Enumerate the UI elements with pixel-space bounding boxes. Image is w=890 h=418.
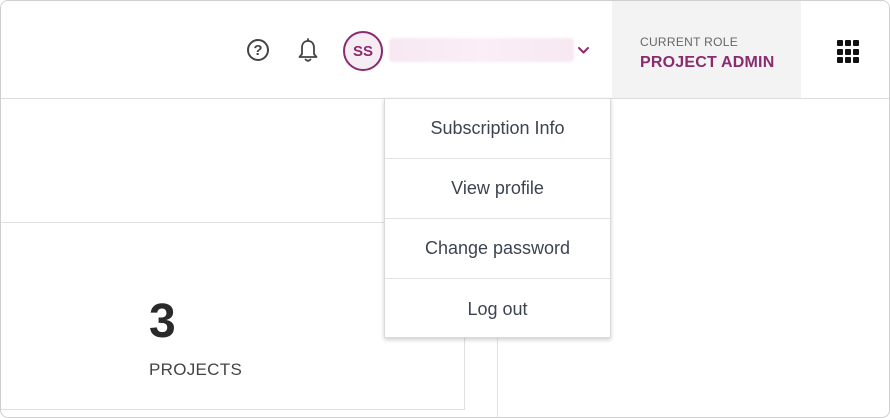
chevron-down-icon[interactable] [577, 44, 590, 57]
user-dropdown-menu: Subscription Info View profile Change pa… [384, 98, 611, 338]
help-glyph: ? [253, 41, 263, 59]
app-window: ? SS CURRENT ROLE PROJECT ADMIN 3 PROJEC… [0, 0, 890, 418]
user-avatar[interactable]: SS [343, 31, 383, 71]
role-label: CURRENT ROLE [640, 35, 739, 49]
top-header: ? SS CURRENT ROLE PROJECT ADMIN [1, 1, 889, 99]
username-redacted[interactable] [389, 38, 574, 62]
projects-count: 3 [149, 295, 176, 348]
help-icon[interactable]: ? [247, 39, 269, 61]
projects-label: PROJECTS [149, 360, 243, 379]
menu-item-log-out[interactable]: Log out [385, 279, 610, 339]
avatar-initials: SS [352, 42, 373, 60]
menu-item-change-password[interactable]: Change password [385, 219, 610, 279]
current-role-panel[interactable]: CURRENT ROLE PROJECT ADMIN [612, 1, 801, 98]
apps-grid-icon[interactable] [837, 40, 861, 64]
menu-item-subscription-info[interactable]: Subscription Info [385, 99, 610, 159]
role-value: PROJECT ADMIN [640, 54, 775, 71]
bell-icon[interactable] [296, 38, 320, 64]
menu-item-view-profile[interactable]: View profile [385, 159, 610, 219]
